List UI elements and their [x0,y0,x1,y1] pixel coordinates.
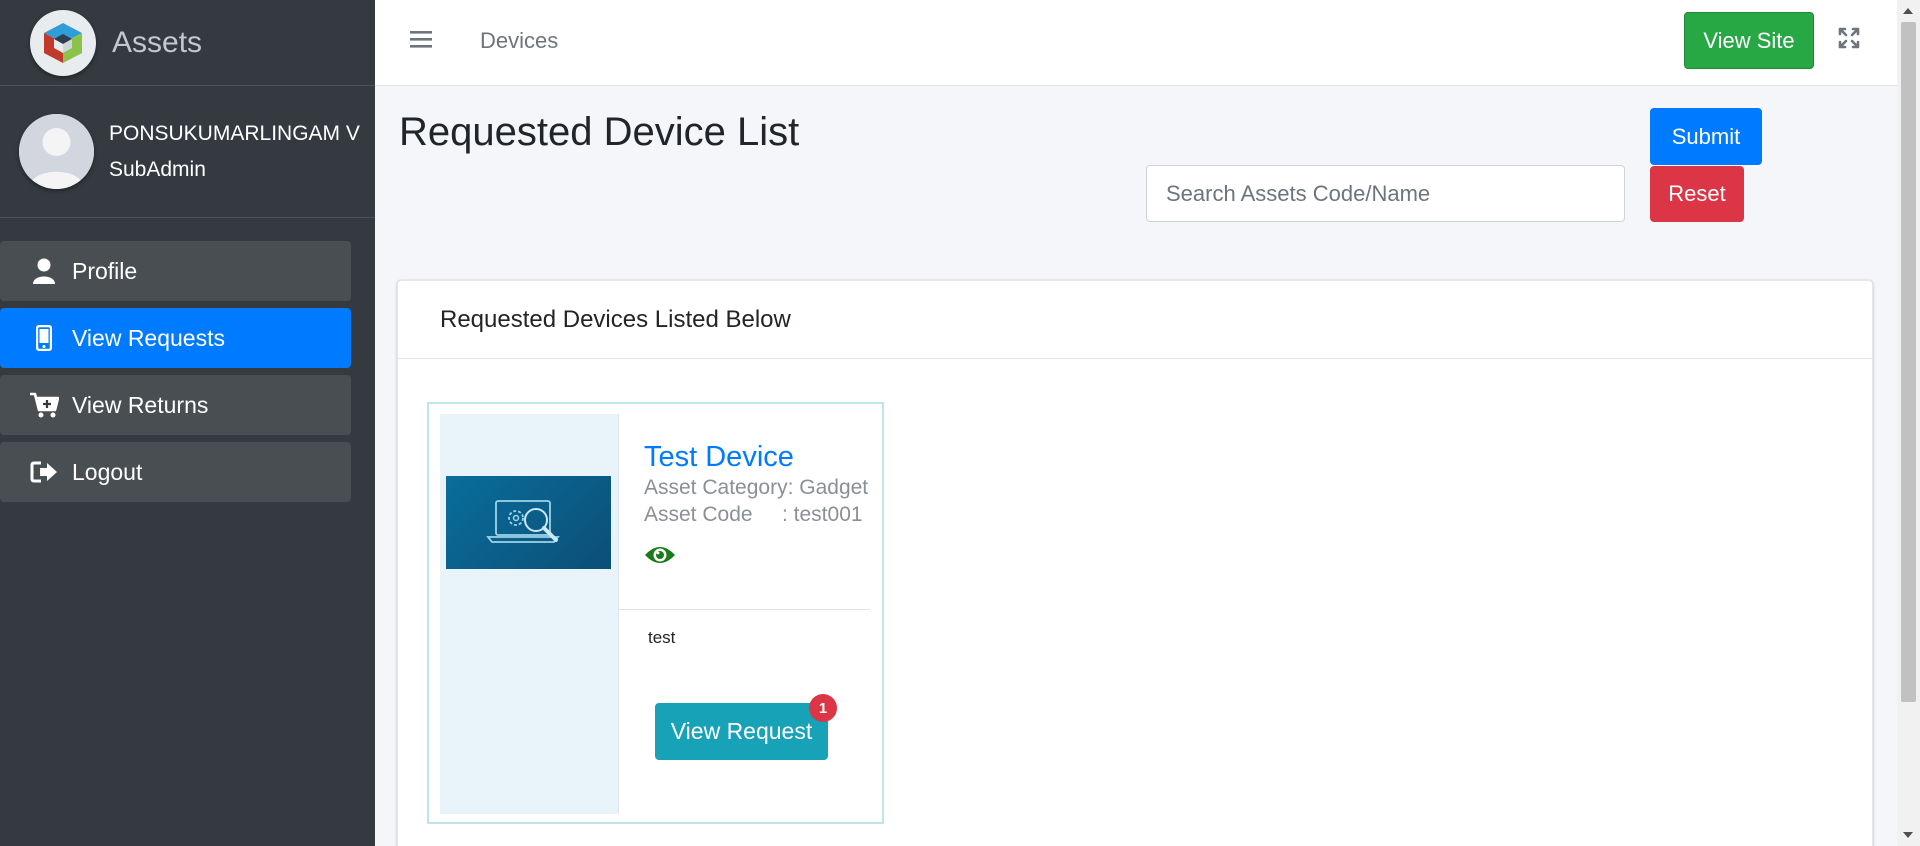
asset-code: Asset Code : test001 [644,503,863,527]
asset-category-value: Gadget [799,476,869,499]
user-panel: PONSUKUMARLINGAM V SubAdmin [0,86,375,218]
sidebar: Assets PONSUKUMARLINGAM V SubAdmin Profi… [0,0,375,846]
scroll-down-arrow-icon[interactable] [1903,832,1913,838]
fullscreen-icon[interactable] [1837,26,1861,55]
card-header: Requested Devices Listed Below [398,281,1872,359]
cart-plus-icon [28,392,60,418]
eye-icon[interactable] [644,544,676,571]
user-role: SubAdmin [109,157,206,181]
hamburger-menu-icon[interactable] [410,28,432,55]
sidebar-item-logout[interactable]: Logout [0,442,351,502]
brand-logo-icon [30,9,96,76]
mobile-icon [28,325,60,351]
page-scrollbar[interactable] [1897,0,1920,846]
sidebar-item-label: Profile [72,257,138,284]
sidebar-nav: Profile View Requests View Returns Logou… [0,218,375,502]
device-description: test [648,628,676,647]
sidebar-item-label: View Requests [72,324,225,351]
view-site-button[interactable]: View Site [1684,12,1814,69]
sign-out-icon [28,460,60,484]
request-count-badge: 1 [809,694,837,722]
sidebar-item-label: Logout [72,458,143,485]
top-navbar: Devices View Site [375,0,1897,86]
submit-button[interactable]: Submit [1650,108,1762,165]
page-title: Requested Device List [399,110,800,154]
reset-button[interactable]: Reset [1650,166,1744,222]
avatar [19,114,94,189]
nav-link-devices[interactable]: Devices [480,28,558,54]
device-image [446,476,611,569]
asset-code-value: : test001 [782,503,863,526]
device-thumbnail-column [440,414,619,814]
sidebar-item-view-returns[interactable]: View Returns [0,375,351,435]
brand-link[interactable]: Assets [0,0,375,86]
brand-text: Assets [112,25,203,59]
user-name[interactable]: PONSUKUMARLINGAM V [109,116,360,152]
device-name-link[interactable]: Test Device [644,441,794,474]
asset-code-label: Asset Code [644,503,753,526]
device-card: Test Device Asset Category: Gadget Asset… [427,402,884,824]
sidebar-item-profile[interactable]: Profile [0,241,351,301]
user-icon [28,258,60,284]
sidebar-item-label: View Returns [72,391,209,418]
sidebar-item-view-requests[interactable]: View Requests [0,308,351,368]
asset-category-label: Asset Category: [644,476,794,499]
view-request-button[interactable]: View Request [655,703,828,760]
divider [619,609,870,610]
search-input[interactable] [1146,165,1625,222]
scrollbar-thumb[interactable] [1901,22,1916,702]
asset-category: Asset Category: Gadget [644,476,868,500]
scroll-up-arrow-icon[interactable] [1903,8,1913,14]
